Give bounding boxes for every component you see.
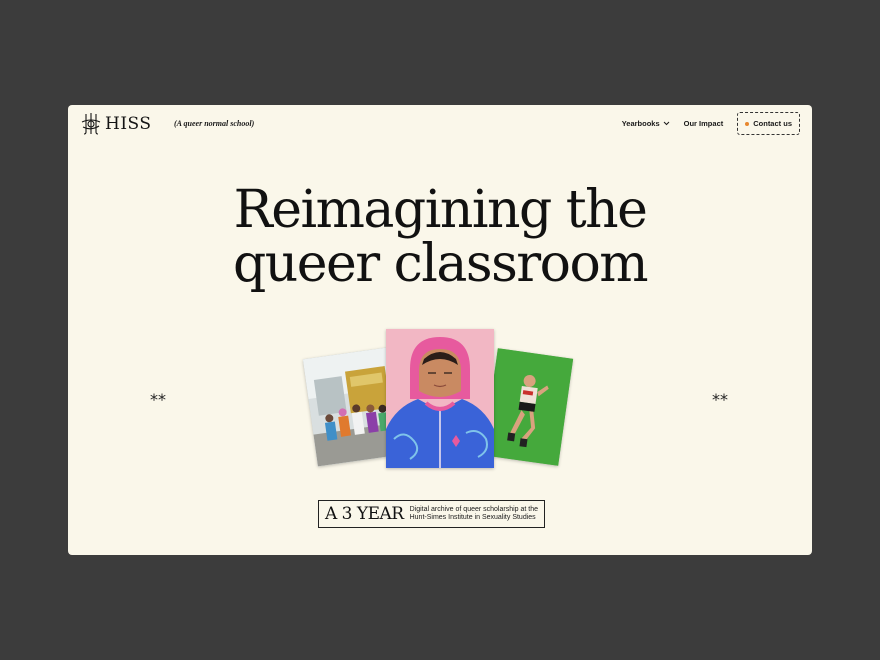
- right-asterisk-mark: **: [712, 390, 728, 409]
- archive-badge: A 3 YEAR Digital archive of queer schola…: [318, 500, 546, 528]
- left-asterisk-mark: **: [150, 390, 166, 409]
- hero-line-2: queer classroom: [232, 234, 649, 294]
- logo-text: HISS: [105, 114, 152, 134]
- nav-yearbooks[interactable]: Yearbooks: [622, 119, 670, 128]
- green-backdrop-photo: [482, 348, 574, 466]
- hero-headline: Reimagining the queer classroom: [68, 183, 812, 291]
- top-nav: Yearbooks Our Impact Contact us: [622, 112, 800, 135]
- nav-our-impact[interactable]: Our Impact: [684, 119, 724, 128]
- chevron-down-icon: [663, 121, 669, 126]
- status-dot-icon: [745, 121, 750, 126]
- portrait-photo: [386, 329, 494, 468]
- hiss-logo-icon: [81, 113, 101, 135]
- contact-us-label: Contact us: [753, 119, 792, 128]
- tagline: (A queer normal school): [174, 119, 255, 128]
- page-card: HISS (A queer normal school) Yearbooks O…: [68, 105, 812, 555]
- contact-us-button[interactable]: Contact us: [737, 112, 800, 135]
- hero-line-1: Reimagining the: [233, 180, 648, 240]
- badge-description: Digital archive of queer scholarship at …: [410, 506, 538, 523]
- badge-big-text: A 3 YEAR: [325, 504, 404, 524]
- logo[interactable]: HISS: [80, 112, 152, 136]
- badge-description-line-1: Digital archive of queer scholarship at …: [409, 505, 539, 513]
- nav-our-impact-label: Our Impact: [683, 119, 724, 128]
- badge-description-line-2: Hunt-Simes Institute in Sexuality Studie…: [409, 514, 536, 521]
- nav-yearbooks-label: Yearbooks: [621, 119, 660, 128]
